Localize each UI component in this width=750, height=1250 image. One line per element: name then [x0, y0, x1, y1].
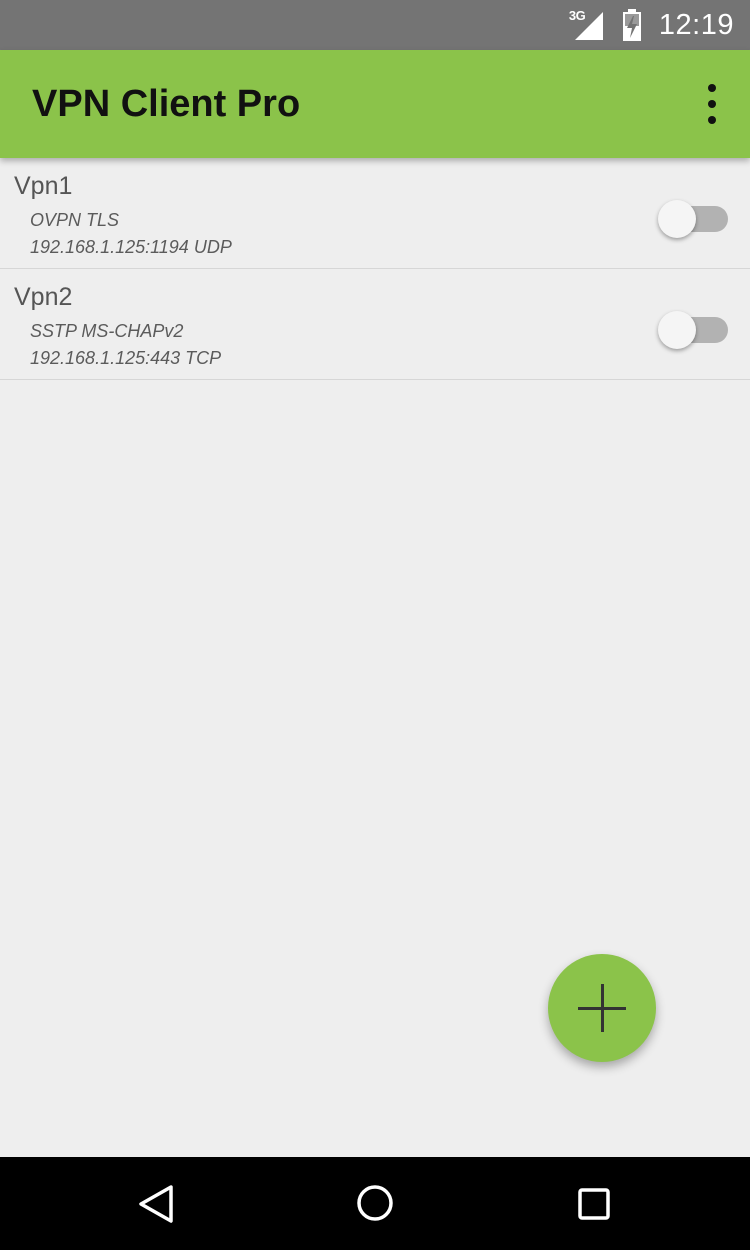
signal-icon: 3G	[569, 8, 605, 42]
vpn-endpoint: 192.168.1.125:1194 UDP	[30, 237, 232, 257]
vpn-endpoint: 192.168.1.125:443 TCP	[30, 348, 222, 368]
status-time: 12:19	[658, 8, 734, 41]
network-type-label: 3G	[568, 8, 586, 23]
home-icon[interactable]	[315, 1157, 435, 1250]
menu-dot	[708, 84, 716, 92]
battery-icon	[621, 8, 643, 42]
vpn-toggle-switch[interactable]	[658, 309, 730, 349]
vpn-protocol: OVPN TLS	[30, 210, 120, 230]
vpn-name: Vpn1	[14, 172, 73, 200]
screen: 3G 12:19 VPN Client Pro Vpn1 OVPN TLS 19…	[0, 0, 750, 1250]
navigation-bar	[0, 1157, 750, 1250]
add-vpn-button[interactable]	[548, 954, 656, 1062]
vpn-list: Vpn1 OVPN TLS 192.168.1.125:1194 UDP Vpn…	[0, 158, 750, 380]
vpn-protocol: SSTP MS-CHAPv2	[30, 321, 184, 341]
vpn-row-vpn2[interactable]: Vpn2 SSTP MS-CHAPv2 192.168.1.125:443 TC…	[0, 269, 750, 380]
more-vert-icon[interactable]	[700, 84, 724, 124]
vpn-name: Vpn2	[14, 283, 73, 311]
plus-icon-stem	[601, 984, 604, 1032]
vpn-row-vpn1[interactable]: Vpn1 OVPN TLS 192.168.1.125:1194 UDP	[0, 158, 750, 269]
recents-icon[interactable]	[534, 1157, 654, 1250]
menu-dot	[708, 116, 716, 124]
app-bar: VPN Client Pro	[0, 50, 750, 158]
menu-dot	[708, 100, 716, 108]
toggle-thumb	[658, 311, 696, 349]
back-icon[interactable]	[97, 1157, 217, 1250]
app-title: VPN Client Pro	[32, 83, 301, 125]
toggle-thumb	[658, 200, 696, 238]
vpn-toggle-switch[interactable]	[658, 198, 730, 238]
status-bar: 3G 12:19	[0, 0, 750, 50]
